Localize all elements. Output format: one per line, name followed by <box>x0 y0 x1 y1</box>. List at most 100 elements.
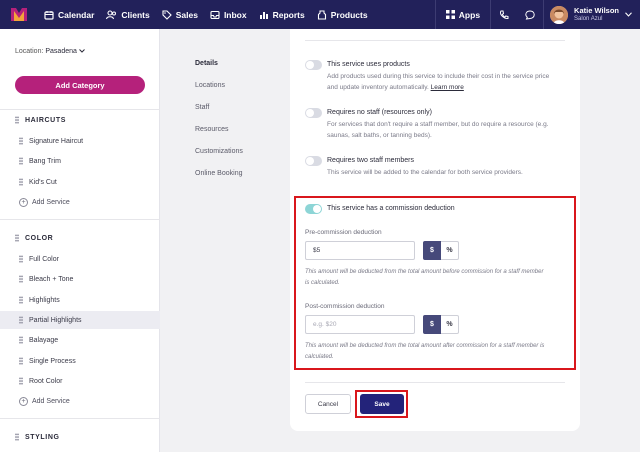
reports-icon <box>259 11 268 19</box>
nav-apps[interactable]: Apps <box>445 0 481 29</box>
drag-handle-icon[interactable] <box>19 275 23 283</box>
phone-icon <box>500 10 509 19</box>
divider <box>305 40 565 41</box>
uses-products-toggle[interactable] <box>305 60 322 70</box>
clients-icon <box>106 9 117 19</box>
category-name: STYLING <box>25 433 60 441</box>
commission-highlight-box <box>294 196 576 370</box>
drag-handle-icon[interactable] <box>19 357 23 365</box>
subnav-locations[interactable]: Locations <box>195 82 225 89</box>
location-value: Pasadena <box>45 48 77 55</box>
apps-grid-icon <box>445 10 455 19</box>
save-button[interactable]: Save <box>360 394 404 414</box>
add-service-button[interactable]: + Add Service <box>19 397 70 406</box>
app-logo-icon[interactable] <box>6 0 32 29</box>
calendar-icon <box>44 10 54 20</box>
nav-apps-label: Apps <box>458 9 481 20</box>
nav-reports-label: Reports <box>272 9 305 20</box>
add-service-label: Add Service <box>32 398 70 405</box>
category-styling[interactable]: STYLING <box>15 433 60 441</box>
service-item-active[interactable]: Partial Highlights <box>0 311 160 329</box>
drag-handle-icon[interactable] <box>19 296 23 304</box>
service-name: Signature Haircut <box>29 137 84 145</box>
uses-products-title: This service uses products <box>327 61 410 68</box>
subnav-staff[interactable]: Staff <box>195 104 209 111</box>
service-name: Kid's Cut <box>29 178 57 186</box>
no-staff-description: For services that don't require a staff … <box>327 121 549 139</box>
service-item[interactable]: Single Process <box>0 352 160 370</box>
nav-inbox[interactable]: Inbox <box>210 0 247 29</box>
subnav-details[interactable]: Details <box>195 60 218 67</box>
two-staff-description: This service will be added to the calend… <box>327 169 523 176</box>
chat-bubble-icon <box>525 9 535 20</box>
plus-circle-icon: + <box>19 397 28 406</box>
sales-tag-icon <box>162 9 172 20</box>
divider <box>0 418 160 419</box>
two-staff-toggle[interactable] <box>305 156 322 166</box>
service-item[interactable]: Bleach + Tone <box>0 270 160 288</box>
service-item[interactable]: Root Color <box>0 372 160 390</box>
category-sidebar: Location: Pasadena Add Category HAIRCUTS… <box>0 29 160 452</box>
cancel-button[interactable]: Cancel <box>305 394 351 414</box>
subnav-customizations[interactable]: Customizations <box>195 148 243 155</box>
service-item[interactable]: Signature Haircut <box>0 132 160 150</box>
nav-calendar-label: Calendar <box>58 9 95 20</box>
nav-reports[interactable]: Reports <box>259 0 305 29</box>
nav-sales[interactable]: Sales <box>162 0 198 29</box>
service-item[interactable]: Bang Trim <box>0 152 160 170</box>
plus-circle-icon: + <box>19 198 28 207</box>
subnav-online-booking[interactable]: Online Booking <box>195 170 242 177</box>
no-staff-toggle[interactable] <box>305 108 322 118</box>
divider <box>434 0 436 29</box>
chat-button[interactable] <box>517 0 543 29</box>
nav-calendar[interactable]: Calendar <box>44 0 94 29</box>
drag-handle-icon[interactable] <box>19 377 23 385</box>
drag-handle-icon[interactable] <box>19 137 23 145</box>
service-name: Balayage <box>29 336 59 344</box>
two-staff-title: Requires two staff members <box>327 157 415 164</box>
service-name: Bang Trim <box>29 157 61 165</box>
divider <box>305 382 565 383</box>
chevron-down-icon <box>625 12 632 17</box>
user-menu[interactable]: Katie Wilson Salon Azul <box>544 5 640 24</box>
drag-handle-icon[interactable] <box>19 178 23 186</box>
no-staff-title: Requires no staff (resources only) <box>327 109 432 116</box>
service-name: Root Color <box>29 377 63 385</box>
drag-handle-icon[interactable] <box>19 336 23 344</box>
category-color[interactable]: COLOR <box>15 234 53 242</box>
divider <box>0 219 160 220</box>
location-selector[interactable]: Location: Pasadena <box>15 48 85 55</box>
drag-handle-icon[interactable] <box>15 234 19 242</box>
nav-products[interactable]: Products <box>317 0 368 29</box>
nav-clients[interactable]: Clients <box>106 0 150 29</box>
service-item[interactable]: Full Color <box>0 250 160 268</box>
user-organization: Salon Azul <box>574 16 603 22</box>
drag-handle-icon[interactable] <box>19 316 23 324</box>
service-item[interactable]: Highlights <box>0 291 160 309</box>
service-details-card: This service uses products Add products … <box>290 29 580 431</box>
category-name: HAIRCUTS <box>25 116 66 124</box>
topbar-right-group: Apps Katie Wilson Salon Azul <box>434 0 640 29</box>
drag-handle-icon[interactable] <box>15 433 19 441</box>
category-haircuts[interactable]: HAIRCUTS <box>15 116 66 124</box>
service-name: Bleach + Tone <box>29 275 74 283</box>
subnav-resources[interactable]: Resources <box>195 126 228 133</box>
drag-handle-icon[interactable] <box>19 255 23 263</box>
service-name: Full Color <box>29 255 59 263</box>
add-category-button[interactable]: Add Category <box>15 76 145 94</box>
drag-handle-icon[interactable] <box>15 116 19 124</box>
category-name: COLOR <box>25 234 54 242</box>
uses-products-description: Add products used during this service to… <box>327 71 557 93</box>
learn-more-link[interactable]: Learn more <box>431 84 464 91</box>
service-item[interactable]: Kid's Cut <box>0 173 160 191</box>
nav-inbox-label: Inbox <box>223 9 247 20</box>
inbox-icon <box>210 10 220 19</box>
top-navigation-bar: Calendar Clients Sales Inbox Reports Pro… <box>0 0 640 29</box>
add-service-button[interactable]: + Add Service <box>19 198 70 207</box>
user-info: Katie Wilson Salon Azul <box>574 6 619 23</box>
service-name: Highlights <box>29 296 60 304</box>
phone-button[interactable] <box>491 0 517 29</box>
nav-clients-label: Clients <box>121 9 150 20</box>
drag-handle-icon[interactable] <box>19 157 23 165</box>
service-item[interactable]: Balayage <box>0 331 160 349</box>
